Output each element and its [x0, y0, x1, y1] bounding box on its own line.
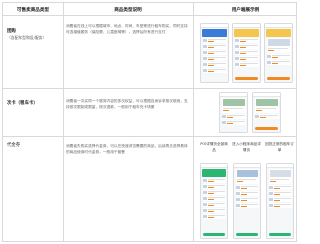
row-groupbuy-type: 团购 （含配车型和设/服务） — [7, 29, 61, 42]
row-pass-name: 次卡（租车卡） — [7, 101, 38, 106]
caption-poi-products: POI详情页全部商品 — [200, 142, 228, 152]
row-voucher-description: 消费者先购买选择代金券，可以在快速浏览需要的商品，后续再去选择具体的商品使用时代… — [66, 144, 188, 154]
row-pass-type: 次卡（租车卡） — [7, 101, 61, 107]
row-pass-description: 消费者一次买同一个服务内容的多次权益，可以根据自身诉求按次使用，支持按次限制或限… — [66, 99, 188, 109]
row-groupbuy-name: 团购 — [7, 29, 16, 34]
col-divider — [63, 3, 64, 241]
pass-screenshot-2 — [252, 92, 281, 133]
row-groupbuy-note: （含配车型和设/服务） — [7, 35, 47, 40]
caption-miniprogram-detail: 进入小程序商品详情页 — [232, 142, 261, 152]
row-divider — [3, 88, 296, 89]
caption-rental-order: 回抵正常的租车订单 — [265, 142, 294, 152]
product-type-table: 可售卖商品类型 商品类型说明 用户端展示例 团购 （含配车型和设/服务） 消费者… — [2, 2, 297, 242]
groupbuy-screenshot-2 — [232, 23, 261, 83]
groupbuy-screenshot-1 — [200, 23, 229, 83]
row-divider — [3, 15, 296, 16]
voucher-screenshot-2 — [233, 163, 261, 239]
header-user-example: 用户端展示例 — [231, 8, 260, 13]
header-product-type: 可售卖商品类型 — [16, 8, 50, 13]
row-voucher-name: 代金券 — [7, 143, 21, 148]
col-divider — [193, 3, 194, 241]
row-voucher-type: 代金券 — [7, 143, 61, 149]
pass-screenshot-1 — [219, 92, 248, 133]
row-divider — [3, 136, 296, 137]
groupbuy-screenshot-3 — [264, 23, 293, 83]
header-description: 商品类型说明 — [114, 8, 142, 13]
row-groupbuy-description: 消费者在线上可以根据城市、地点、时间、车型等进行租车购买，同时支持可选增值服务（… — [66, 24, 188, 34]
voucher-screenshot-1 — [200, 163, 228, 239]
voucher-screenshot-3 — [266, 163, 294, 239]
